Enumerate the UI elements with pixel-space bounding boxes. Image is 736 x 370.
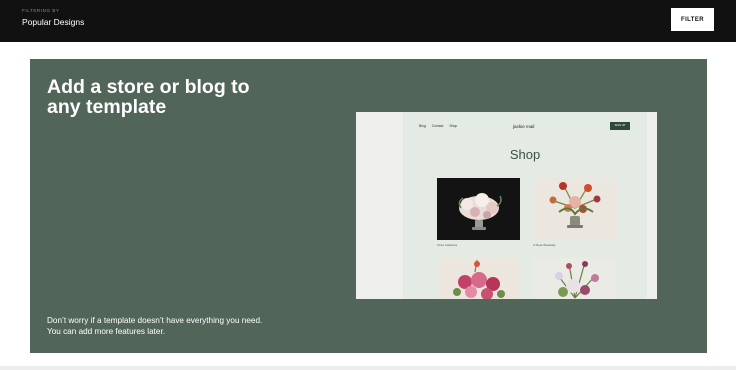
preview-shop-heading: Shop bbox=[509, 147, 541, 162]
preview-left-margin bbox=[356, 112, 403, 299]
product-image-bouquet-dark bbox=[437, 178, 520, 240]
template-preview: Blog Contact Shop jackie mail SIGN UP Sh… bbox=[356, 112, 657, 299]
filter-button[interactable]: FILTER bbox=[671, 8, 714, 31]
product-image-bouquet-pink bbox=[437, 258, 520, 299]
promo-description-line: Don’t worry if a template doesn’t have e… bbox=[47, 316, 263, 325]
promo-title: Add a store or blog to any template bbox=[47, 76, 250, 118]
preview-nav: Blog Contact Shop bbox=[419, 124, 462, 128]
active-filter-label: Popular Designs bbox=[22, 17, 85, 27]
preview-logo: jackie mail bbox=[513, 124, 535, 129]
preview-signup-button: SIGN UP bbox=[610, 122, 630, 130]
product-caption: Chez Cafeteria bbox=[437, 243, 458, 247]
product-image-bouquet-wild bbox=[533, 258, 617, 299]
product-image-bouquet-light bbox=[533, 178, 617, 240]
next-section-edge bbox=[0, 366, 736, 370]
preview-page: Blog Contact Shop jackie mail SIGN UP Sh… bbox=[403, 112, 647, 299]
store-blog-promo-banner: Add a store or blog to any template Blog… bbox=[30, 59, 707, 353]
product-caption: A Fleet Weekday bbox=[533, 243, 556, 247]
preview-right-margin bbox=[647, 112, 657, 299]
promo-description: Don’t worry if a template doesn’t have e… bbox=[47, 315, 297, 337]
promo-description-line: You can add more features later. bbox=[47, 327, 166, 336]
preview-nav-item: Contact bbox=[431, 124, 444, 128]
preview-nav-item: Shop bbox=[449, 124, 458, 128]
filter-caption: FILTERING BY bbox=[22, 8, 60, 13]
top-filter-bar: FILTERING BY Popular Designs FILTER bbox=[0, 0, 736, 42]
preview-nav-item: Blog bbox=[419, 124, 426, 128]
